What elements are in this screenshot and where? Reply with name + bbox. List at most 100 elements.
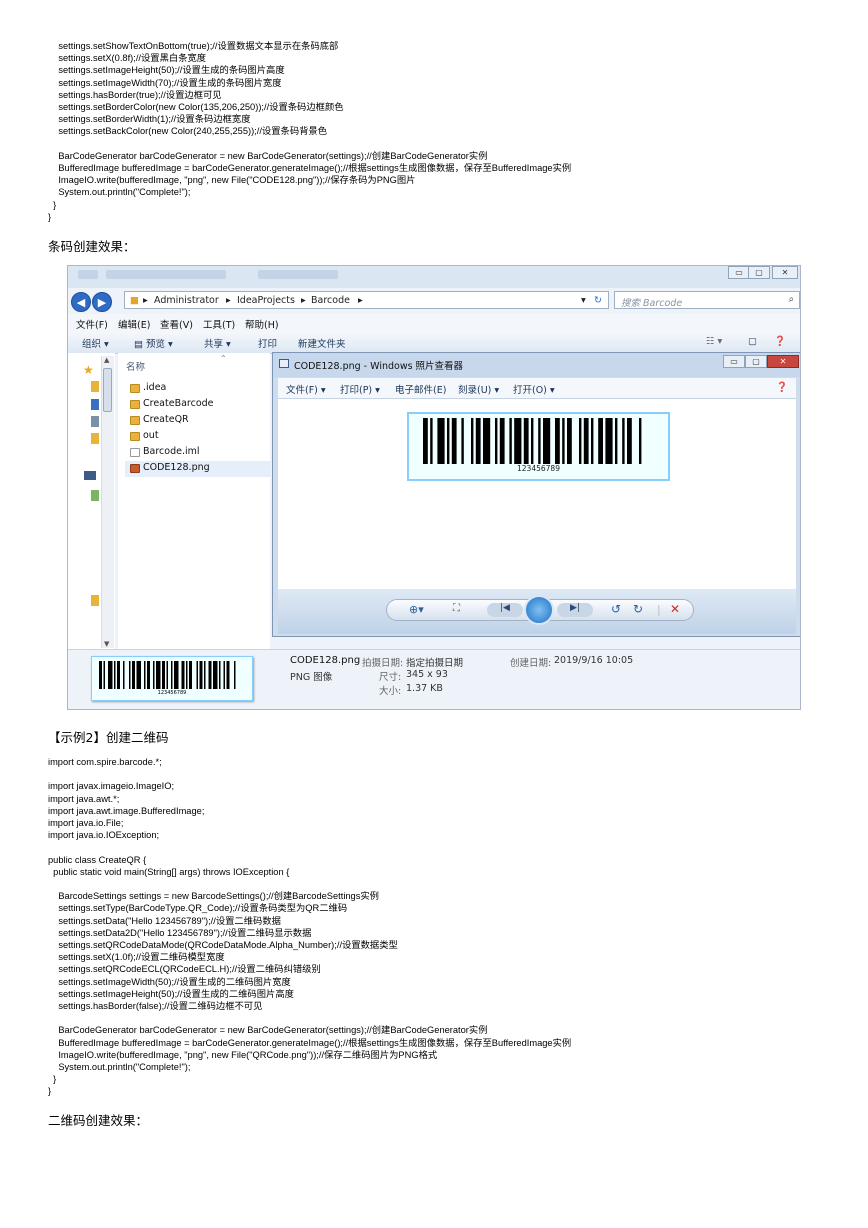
code-1-line	[48, 138, 571, 150]
viewer-menu-open[interactable]: 打开(O) ▾	[513, 382, 555, 396]
address-bar[interactable]: ■ ▸ Administrator ▸ IdeaProjects ▸ Barco…	[124, 291, 609, 309]
crumb-barcode[interactable]: Barcode	[311, 295, 350, 306]
folder-icon[interactable]	[91, 595, 99, 606]
desktop-icon[interactable]	[91, 399, 99, 410]
print-button[interactable]: 打印	[258, 336, 277, 350]
shot-date-value[interactable]: 指定拍摄日期	[406, 655, 463, 669]
code-1-line: }	[48, 199, 57, 210]
code-2-line: settings.setType(BarCodeType.QR_Code);//…	[48, 903, 348, 914]
detail-filename: CODE128.png	[290, 655, 361, 666]
folder-icon: ■	[130, 295, 139, 306]
code-2-line: import java.io.File;	[48, 818, 124, 829]
image-file-icon	[130, 464, 140, 473]
code-2-line: BarcodeSettings settings = new BarcodeSe…	[48, 891, 379, 902]
file-item-createqr[interactable]: CreateQR	[143, 414, 189, 425]
size-label: 大小:	[379, 686, 402, 697]
help-icon[interactable]: ❓	[774, 336, 786, 347]
size-value: 1.37 KB	[406, 683, 443, 694]
computer-icon[interactable]	[84, 471, 96, 480]
search-placeholder: 搜索 Barcode	[621, 298, 683, 309]
menu-tools[interactable]: 工具(T)	[203, 317, 235, 331]
created-label: 创建日期:	[510, 658, 552, 669]
maximize-icon[interactable]: ▢	[748, 266, 770, 279]
search-icon[interactable]: ⌕	[789, 294, 794, 305]
code-2-line: BufferedImage bufferedImage = barCodeGen…	[48, 1037, 572, 1048]
search-input[interactable]: 搜索 Barcode ⌕	[614, 291, 800, 309]
code-1-line: BufferedImage bufferedImage = barCodeGen…	[48, 163, 572, 174]
folder-icon[interactable]	[91, 381, 99, 392]
refresh-icon[interactable]: ↻	[594, 295, 602, 306]
delete-icon[interactable]: ✕	[670, 602, 680, 616]
code-2-line: public class CreateQR {	[48, 854, 147, 865]
forward-icon[interactable]: ▶	[92, 292, 112, 312]
heading-barcode-result: 条码创建效果：	[48, 239, 136, 254]
share-button[interactable]: 共享 ▾	[204, 336, 231, 350]
crumb-ideaprojects[interactable]: IdeaProjects	[237, 295, 295, 306]
code-1-line: settings.setShowTextOnBottom(true);//设置数…	[48, 41, 339, 51]
code-2-line: }	[48, 1086, 52, 1097]
favorites-star-icon[interactable]: ★	[83, 363, 94, 377]
code-1-line: }	[48, 211, 52, 222]
rotate-right-icon[interactable]: ↻	[633, 602, 643, 616]
file-item-idea[interactable]: .idea	[143, 382, 166, 393]
new-folder-button[interactable]: 新建文件夹	[298, 336, 346, 350]
folder-icon	[130, 416, 140, 425]
code-2-line: import com.spire.barcode.*;	[48, 757, 162, 767]
preview-button[interactable]: ▤ 预览 ▾	[134, 336, 173, 350]
nav-scrollbar[interactable]: ▲ ▼	[101, 356, 114, 648]
viewer-menu-print[interactable]: 打印(P) ▾	[340, 382, 380, 396]
file-item-out[interactable]: out	[143, 430, 159, 441]
recent-icon[interactable]	[91, 416, 99, 427]
photo-viewer-window: CODE128.png - Windows 照片查看器 ▭ ▢ ✕ 文件(F) …	[272, 352, 800, 637]
code-2-line: settings.setImageHeight(50);//设置生成的二维码图片…	[48, 988, 294, 999]
code-2-line: }	[48, 1074, 57, 1085]
code-1-line: settings.setBorderWidth(1);//设置条码边框宽度	[48, 114, 251, 125]
folder-icon[interactable]	[91, 433, 99, 444]
view-options-icon[interactable]: ☷ ▾	[706, 336, 722, 347]
organize-button[interactable]: 组织 ▾	[82, 336, 109, 350]
viewer-menu-burn[interactable]: 刻录(U) ▾	[458, 382, 499, 396]
file-item-code128-png[interactable]: CODE128.png	[143, 462, 210, 473]
code-1-line: settings.setBackColor(new Color(240,255,…	[48, 126, 328, 137]
close-icon[interactable]: ✕	[772, 266, 798, 279]
folder-icon	[130, 400, 140, 409]
viewer-minimize-icon[interactable]: ▭	[723, 355, 745, 368]
code-2-line: import javax.imageio.ImageIO;	[48, 781, 175, 792]
code-1-line: System.out.println("Complete!");	[48, 187, 191, 198]
viewer-maximize-icon[interactable]: ▢	[745, 355, 767, 368]
menu-view[interactable]: 查看(V)	[160, 317, 193, 331]
back-icon[interactable]: ◀	[71, 292, 91, 312]
actual-size-icon[interactable]: ⛶	[453, 603, 460, 614]
viewer-close-icon[interactable]: ✕	[767, 355, 799, 368]
viewer-menu-file[interactable]: 文件(F) ▾	[286, 382, 326, 396]
chevron-down-icon[interactable]: ▾	[581, 295, 586, 306]
thumbnail-text: 123456789	[157, 690, 187, 696]
next-icon[interactable]: ▶|	[557, 603, 593, 617]
minimize-icon[interactable]: ▭	[728, 266, 750, 279]
code-1-line: ImageIO.write(bufferedImage, "png", new …	[48, 175, 416, 186]
preview-pane-icon[interactable]: ▢	[748, 336, 757, 347]
slideshow-icon[interactable]	[524, 595, 554, 625]
crumb-administrator[interactable]: Administrator	[154, 295, 219, 306]
code-2-line	[48, 878, 571, 890]
file-item-barcode-iml[interactable]: Barcode.iml	[143, 446, 200, 457]
previous-icon[interactable]: |◀	[487, 603, 523, 617]
menu-edit[interactable]: 编辑(E)	[118, 317, 150, 331]
zoom-icon[interactable]: ⊕▾	[409, 603, 424, 616]
menu-file[interactable]: 文件(F)	[76, 317, 108, 331]
menu-help[interactable]: 帮助(H)	[245, 317, 279, 331]
file-item-createbarcode[interactable]: CreateBarcode	[143, 398, 214, 409]
code-1-line: settings.setImageWidth(70);//设置生成的条码图片宽度	[48, 77, 282, 88]
viewer-help-icon[interactable]: ❓	[776, 382, 788, 393]
viewer-menu-email[interactable]: 电子邮件(E)	[395, 382, 446, 396]
photo-viewer-icon	[279, 359, 289, 368]
thumbnail: 123456789	[91, 656, 253, 701]
code-2-line	[48, 1012, 571, 1024]
code-block-1: settings.setShowTextOnBottom(true);//设置数…	[48, 40, 571, 223]
rotate-left-icon[interactable]: ↺	[611, 602, 621, 616]
network-icon[interactable]	[91, 490, 99, 501]
code-2-line: settings.setImageWidth(50);//设置生成的二维码图片宽…	[48, 976, 291, 987]
column-header-name[interactable]: 名称	[126, 359, 145, 373]
details-pane: 123456789 CODE128.png PNG 图像 拍摄日期: 指定拍摄日…	[68, 649, 800, 709]
scroll-thumb[interactable]	[103, 368, 112, 412]
